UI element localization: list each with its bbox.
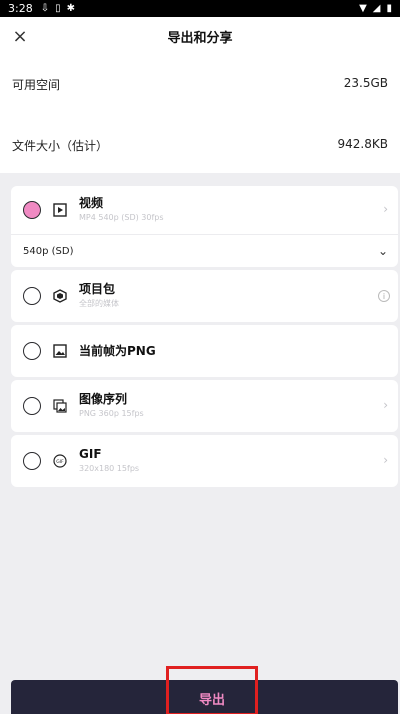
image-icon [53,344,67,358]
option-gif[interactable]: GIF GIF 320x180 15fps › [11,435,398,487]
close-icon: × [12,25,28,47]
chevron-right-icon: › [383,202,388,216]
video-quality-value: 540p (SD) [23,245,74,257]
battery-icon: ▮ [386,3,392,14]
option-label: 图像序列 [79,392,128,406]
page-title: 导出和分享 [167,30,233,46]
option-label: 当前帧为PNG [79,344,156,358]
package-icon [53,289,67,303]
radio-package[interactable] [23,287,41,305]
video-quality-dropdown[interactable]: 540p (SD) ⌄ [11,235,398,267]
option-card-package: 项目包 全部的媒体 i [11,270,398,322]
file-size-row: 文件大小（估计） 942.8KB [12,137,388,154]
option-label: GIF [79,447,102,461]
storage-info: 可用空间 23.5GB 文件大小（估计） 942.8KB [0,55,400,173]
option-package[interactable]: 项目包 全部的媒体 i [11,270,398,322]
notification-icon: ✱ [66,3,75,14]
option-sub: 320x180 15fps [79,464,140,473]
option-card-video: 视频 MP4 540p (SD) 30fps › 540p (SD) ⌄ [11,186,398,267]
radio-video[interactable] [23,201,41,219]
gif-icon: GIF [53,454,67,468]
available-space-row: 可用空间 23.5GB [12,76,388,93]
option-video[interactable]: 视频 MP4 540p (SD) 30fps › [11,186,398,234]
wifi-icon: ▼ [359,3,367,14]
status-time: 3:28 [8,2,33,15]
option-png[interactable]: 当前帧为PNG [11,325,398,377]
radio-sequence[interactable] [23,397,41,415]
option-card-sequence: 图像序列 PNG 360p 15fps › [11,380,398,432]
chevron-right-icon: › [383,453,388,467]
video-play-icon [53,203,67,217]
export-label: 导出 [198,692,225,708]
chevron-down-icon: ⌄ [377,244,388,258]
file-size-label: 文件大小（估计） [12,139,109,153]
option-sequence[interactable]: 图像序列 PNG 360p 15fps › [11,380,398,432]
info-icon[interactable]: i [378,290,390,302]
file-size-value: 942.8KB [337,137,388,151]
option-sub: 全部的媒体 [79,299,119,308]
option-label: 项目包 [79,282,116,296]
export-bar: 导出 [11,666,398,714]
status-bar: 3:28 ⇩ ▯ ✱ ▼ ◢ ▮ [0,0,400,17]
option-card-gif: GIF GIF 320x180 15fps › [11,435,398,487]
phone-icon: ▯ [55,3,61,14]
svg-text:GIF: GIF [56,459,64,465]
option-sub: MP4 540p (SD) 30fps [79,213,164,222]
radio-png[interactable] [23,342,41,360]
download-icon: ⇩ [40,3,50,14]
radio-gif[interactable] [23,452,41,470]
image-sequence-icon [53,399,67,413]
close-button[interactable]: × [8,24,32,48]
option-card-png: 当前帧为PNG [11,325,398,377]
export-button[interactable]: 导出 [166,666,258,714]
chevron-right-icon: › [383,398,388,412]
available-space-value: 23.5GB [343,76,388,90]
available-space-label: 可用空间 [12,78,61,92]
signal-icon: ◢ [372,3,381,14]
option-sub: PNG 360p 15fps [79,409,144,418]
option-label: 视频 [79,196,104,210]
header-bar: × 导出和分享 [0,17,400,55]
